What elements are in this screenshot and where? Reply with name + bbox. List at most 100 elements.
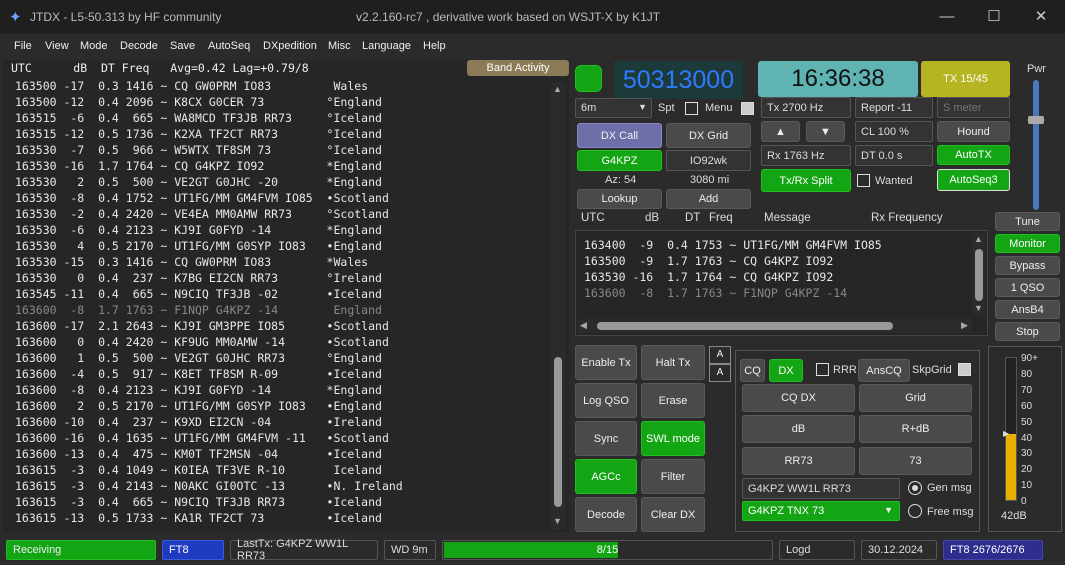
band-select[interactable]: 6m ▼ — [575, 98, 652, 118]
rx-scroll-thumb-h[interactable] — [597, 322, 893, 330]
stop-button[interactable]: Stop — [995, 322, 1060, 341]
band-activity-line[interactable]: 163530 0 0.4 237 ~ K7BG EI2CN RR73 °Irel… — [3, 270, 551, 286]
tx-frequency-field[interactable]: Tx 2700 Hz — [761, 97, 851, 118]
tune-button[interactable]: Tune — [995, 212, 1060, 231]
rx-scroll-thumb-v[interactable] — [975, 249, 983, 301]
scroll-thumb[interactable] — [554, 357, 562, 507]
menu-decode[interactable]: Decode — [120, 40, 158, 52]
lookup-button[interactable]: Lookup — [577, 189, 662, 209]
rx-frequency-line[interactable]: 163400 -9 0.4 1753 ~ UT1FG/MM GM4FVM IO8… — [572, 237, 967, 253]
db-button[interactable]: dB — [742, 415, 855, 443]
band-activity-line[interactable]: 163600 -8 0.4 2123 ~ KJ9I G0FYD -14 *Eng… — [3, 382, 551, 398]
band-activity-line[interactable]: 163600 -10 0.4 237 ~ K9XD EI2CN -04 •Ire… — [3, 414, 551, 430]
filter-button[interactable]: Filter — [641, 459, 705, 494]
band-activity-line[interactable]: 163600 0 0.4 2420 ~ KF9UG MM0AMW -14 •Sc… — [3, 334, 551, 350]
dx-grid-value[interactable]: IO92wk — [666, 150, 751, 171]
tx-period-display[interactable]: TX 15/45 — [921, 61, 1010, 97]
rx-scroll-down-icon[interactable]: ▼ — [974, 303, 983, 313]
decode-button[interactable]: Decode — [575, 497, 637, 532]
band-activity-scrollbar[interactable]: ▲ ▼ — [551, 82, 565, 530]
halt-tx-button[interactable]: Halt Tx — [641, 345, 705, 380]
dx-button[interactable]: DX — [769, 359, 803, 382]
band-activity-line[interactable]: 163530 2 0.5 500 ~ VE2GT G0JHC -20 *Engl… — [3, 174, 551, 190]
scroll-up-icon[interactable]: ▲ — [553, 84, 562, 94]
rx-scroll-right-icon[interactable]: ▶ — [961, 320, 968, 331]
band-activity-line[interactable]: 163615 -3 0.4 2143 ~ N0AKC GI0OTC -13 •N… — [3, 478, 551, 494]
clear-dx-button[interactable]: Clear DX — [641, 497, 705, 532]
rx-scrollbar-v[interactable]: ▲ ▼ — [972, 233, 986, 315]
power-slider[interactable] — [1028, 80, 1044, 210]
menu-dxpedition[interactable]: DXpedition — [263, 40, 317, 52]
frequency-display[interactable]: 50313000 — [614, 61, 743, 99]
rr73-button[interactable]: RR73 — [742, 447, 855, 475]
menu-save[interactable]: Save — [170, 40, 195, 52]
dx-call-button[interactable]: DX Call — [577, 123, 662, 148]
autotx-button[interactable]: AutoTX — [937, 145, 1010, 165]
band-activity-line[interactable]: 163530 -7 0.5 966 ~ W5WTX TF8SM 73 °Icel… — [3, 142, 551, 158]
menu-mode[interactable]: Mode — [80, 40, 108, 52]
menu-file[interactable]: File — [14, 40, 32, 52]
minimize-button[interactable]: — — [925, 5, 969, 29]
band-activity-line[interactable]: 163545 -11 0.4 665 ~ N9CIQ TF3JB -02 •Ic… — [3, 286, 551, 302]
band-activity-line[interactable]: 163530 -8 0.4 1752 ~ UT1FG/MM GM4FVM IO8… — [3, 190, 551, 206]
txrx-split-button[interactable]: Tx/Rx Split — [761, 169, 851, 192]
add-button[interactable]: Add — [666, 189, 751, 209]
cl-field[interactable]: CL 100 % — [855, 121, 933, 142]
band-activity-line[interactable]: 163530 -6 0.4 2123 ~ KJ9I G0FYD -14 *Eng… — [3, 222, 551, 238]
monitor-button[interactable]: Monitor — [995, 234, 1060, 253]
menu-misc[interactable]: Misc — [328, 40, 351, 52]
dx-grid-button[interactable]: DX Grid — [666, 123, 751, 148]
swl-mode-button[interactable]: SWL mode — [641, 421, 705, 456]
rx-scrollbar-h[interactable]: ◀ ▶ — [578, 319, 972, 333]
maximize-button[interactable]: ☐ — [972, 5, 1016, 29]
band-activity-line[interactable]: 163615 -3 0.4 1049 ~ K0IEA TF3VE R-10 Ic… — [3, 462, 551, 478]
rx-frequency-line[interactable]: 163600 -8 1.7 1763 ~ F1NQP G4KPZ -14 — [572, 285, 967, 301]
dt-field[interactable]: DT 0.0 s — [855, 145, 933, 166]
bypass-button[interactable]: Bypass — [995, 256, 1060, 275]
gen-msg-radio[interactable] — [908, 481, 922, 495]
band-activity-list[interactable]: 163500 -17 0.3 1416 ~ CQ GW0PRM IO83 Wal… — [3, 78, 551, 530]
band-activity-line[interactable]: 163600 1 0.5 500 ~ VE2GT G0JHC RR73 °Eng… — [3, 350, 551, 366]
menu-language[interactable]: Language — [362, 40, 411, 52]
band-activity-line[interactable]: 163530 4 0.5 2170 ~ UT1FG/MM G0SYP IO83 … — [3, 238, 551, 254]
tab-one[interactable]: A — [709, 346, 731, 364]
band-activity-line[interactable]: 163600 -8 1.7 1763 ~ F1NQP G4KPZ -14 Eng… — [3, 302, 551, 318]
rx-scroll-left-icon[interactable]: ◀ — [580, 320, 587, 331]
band-activity-line[interactable]: 163615 -13 0.5 1733 ~ KA1R TF2CT 73 •Ice… — [3, 510, 551, 526]
agcc-button[interactable]: AGCc — [575, 459, 637, 494]
menu-autoseq[interactable]: AutoSeq — [208, 40, 250, 52]
spt-checkbox[interactable] — [685, 102, 698, 115]
grid-button[interactable]: Grid — [859, 384, 972, 412]
skpgrid-checkbox[interactable] — [958, 363, 971, 376]
band-activity-line[interactable]: 163515 -6 0.4 665 ~ WA8MCD TF3JB RR73 °I… — [3, 110, 551, 126]
band-activity-line[interactable]: 163530 -16 1.7 1764 ~ CQ G4KPZ IO92 *Eng… — [3, 158, 551, 174]
band-activity-line[interactable]: 163530 -15 0.3 1416 ~ CQ GW0PRM IO83 *Wa… — [3, 254, 551, 270]
band-activity-line[interactable]: 163600 -17 2.1 2643 ~ KJ9I GM3PPE IO85 •… — [3, 318, 551, 334]
band-activity-line[interactable]: 163500 -12 0.4 2096 ~ K8CX G0CER 73 °Eng… — [3, 94, 551, 110]
gen-msg-field[interactable]: G4KPZ WW1L RR73 — [742, 478, 900, 499]
ansb4-button[interactable]: AnsB4 — [995, 300, 1060, 319]
menu-help[interactable]: Help — [423, 40, 446, 52]
cq-button[interactable]: CQ — [740, 359, 765, 382]
rx-frequency-line[interactable]: 163500 -9 1.7 1763 ~ CQ G4KPZ IO92 — [572, 253, 967, 269]
sync-button[interactable]: Sync — [575, 421, 637, 456]
rx-scroll-up-icon[interactable]: ▲ — [974, 234, 983, 244]
tab-two[interactable]: A — [709, 364, 731, 382]
free-msg-radio[interactable] — [908, 504, 922, 518]
73-button[interactable]: 73 — [859, 447, 972, 475]
close-button[interactable]: ✕ — [1019, 5, 1063, 29]
band-activity-line[interactable]: 163600 -13 0.4 475 ~ KM0T TF2MSN -04 •Ic… — [3, 446, 551, 462]
power-slider-handle[interactable] — [1028, 116, 1044, 124]
menu-view[interactable]: View — [45, 40, 69, 52]
autoseq3-button[interactable]: AutoSeq3 — [937, 169, 1010, 191]
band-activity-line[interactable]: 163500 -17 0.3 1416 ~ CQ GW0PRM IO83 Wal… — [3, 78, 551, 94]
rx-frequency-line[interactable]: 163530 -16 1.7 1764 ~ CQ G4KPZ IO92 — [572, 269, 967, 285]
hound-button[interactable]: Hound — [937, 121, 1010, 142]
report-field[interactable]: Report -11 — [855, 97, 933, 118]
band-activity-line[interactable]: 163600 -16 0.4 1635 ~ UT1FG/MM GM4FVM -1… — [3, 430, 551, 446]
band-activity-line[interactable]: 163600 2 0.5 2170 ~ UT1FG/MM G0SYP IO83 … — [3, 398, 551, 414]
erase-button[interactable]: Erase — [641, 383, 705, 418]
rrr-checkbox[interactable] — [816, 363, 829, 376]
menu-checkbox[interactable] — [741, 102, 754, 115]
anscq-button[interactable]: AnsCQ — [858, 359, 910, 382]
